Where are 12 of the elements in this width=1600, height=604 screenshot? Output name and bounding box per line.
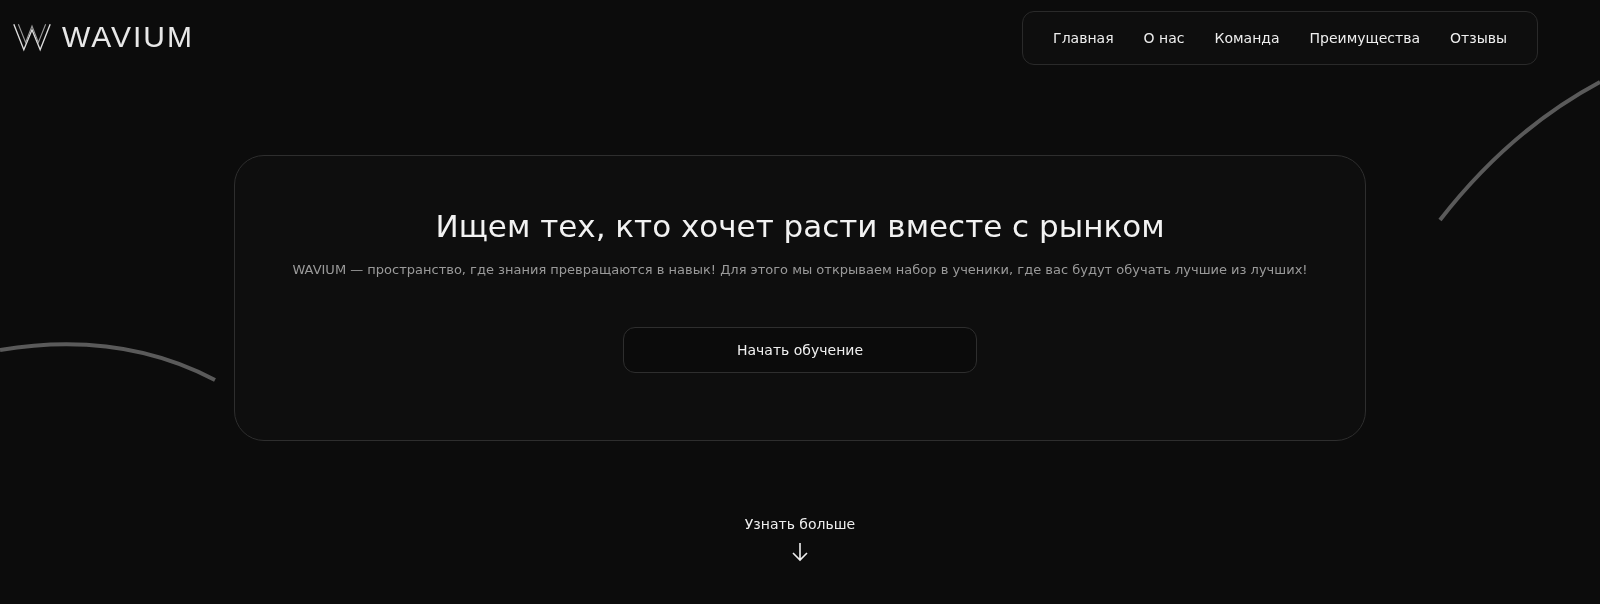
logo-icon: [12, 22, 52, 52]
nav-link[interactable]: Главная: [1053, 30, 1114, 46]
learn-more-link[interactable]: Узнать больше: [744, 516, 856, 532]
start-learning-button[interactable]: Начать обучение: [623, 327, 977, 373]
nav-link[interactable]: Отзывы: [1450, 30, 1507, 46]
logo-text: WAVIUM: [62, 20, 194, 54]
nav-link[interactable]: Преимущества: [1309, 30, 1420, 46]
nav-link[interactable]: Команда: [1214, 30, 1280, 46]
hero-title: Ищем тех, кто хочет расти вместе с рынком: [435, 208, 1165, 244]
nav-link[interactable]: О нас: [1143, 30, 1185, 46]
hero-subtitle: WAVIUM — пространство, где знания превращаются в навык! Для этого мы открываем набор в ученики, где вас будут обучать лучшие из лучших!: [292, 262, 1308, 277]
arrow-down-icon: [792, 542, 808, 562]
